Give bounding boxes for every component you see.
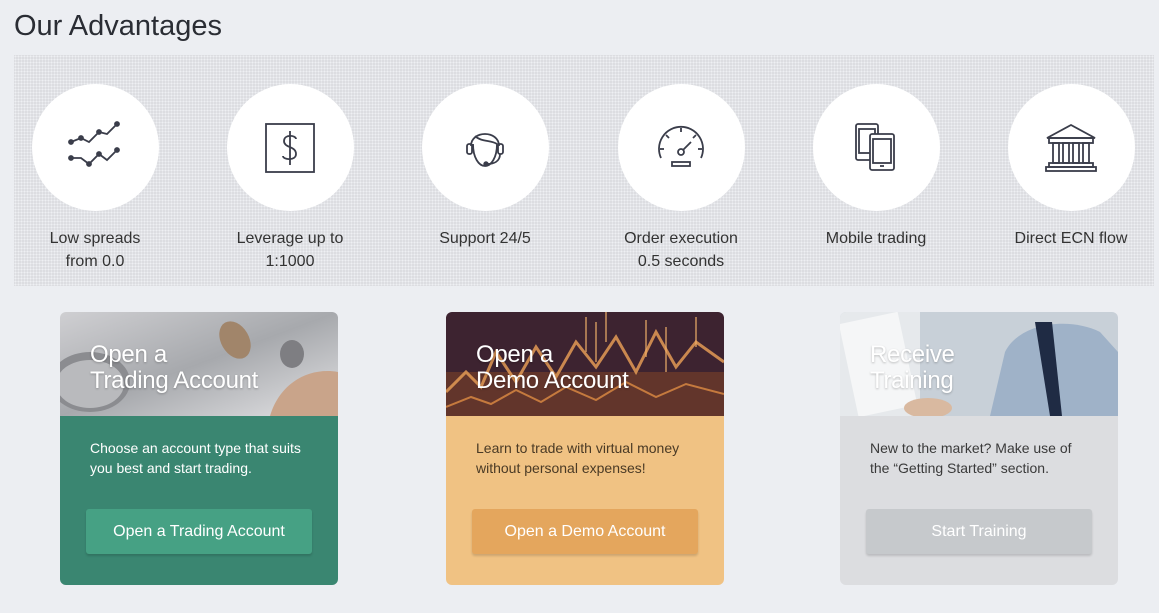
start-training-button[interactable]: Start Training <box>866 509 1092 554</box>
dollar-icon <box>265 122 315 173</box>
advantage-low-spreads: Low spreads from 0.0 <box>15 84 175 273</box>
card-title: Open a Trading Account <box>90 341 259 394</box>
card-header: Receive Training <box>840 312 1118 416</box>
advantage-label: Direct ECN flow <box>1014 230 1128 247</box>
page-title: Our Advantages <box>14 10 222 42</box>
advantage-label: Support 24/5 <box>439 230 531 247</box>
headset-icon <box>466 132 504 167</box>
advantage-label: Order execution 0.5 seconds <box>624 230 738 270</box>
card-title: Open a Demo Account <box>476 341 629 394</box>
card-description: New to the market? Make use of the “Gett… <box>870 440 1072 476</box>
advantage-label: Leverage up to 1:1000 <box>236 230 344 270</box>
open-demo-account-button[interactable]: Open a Demo Account <box>472 509 698 554</box>
advantage-label: Mobile trading <box>825 230 927 247</box>
open-trading-account-button[interactable]: Open a Trading Account <box>86 509 312 554</box>
advantage-support: Support 24/5 <box>405 84 565 250</box>
card-description: Choose an account type that suits you be… <box>90 440 301 476</box>
demo-account-card: Open a Demo Account Learn to trade with … <box>446 312 724 585</box>
advantage-direct-ecn: Direct ECN flow <box>991 84 1151 250</box>
card-title: Receive Training <box>870 341 955 394</box>
advantages-band: Low spreads from 0.0 Leverage up to 1:10… <box>14 55 1154 286</box>
chart-lines-icon <box>68 120 120 167</box>
speedometer-icon <box>658 125 704 167</box>
advantage-order-execution: Order execution 0.5 seconds <box>601 84 761 273</box>
mobile-devices-icon <box>855 122 895 171</box>
advantage-label: Low spreads from 0.0 <box>49 230 141 270</box>
bank-icon <box>1045 123 1097 172</box>
card-header: Open a Demo Account <box>446 312 724 416</box>
advantage-mobile-trading: Mobile trading <box>796 84 956 250</box>
card-body: Learn to trade with virtual money withou… <box>446 416 724 585</box>
card-body: New to the market? Make use of the “Gett… <box>840 416 1118 585</box>
advantage-leverage: Leverage up to 1:1000 <box>210 84 370 273</box>
card-description: Learn to trade with virtual money withou… <box>476 440 680 476</box>
card-body: Choose an account type that suits you be… <box>60 416 338 585</box>
training-card: Receive Training New to the market? Make… <box>840 312 1118 585</box>
trading-account-card: Open a Trading Account Choose an account… <box>60 312 338 585</box>
card-header: Open a Trading Account <box>60 312 338 416</box>
